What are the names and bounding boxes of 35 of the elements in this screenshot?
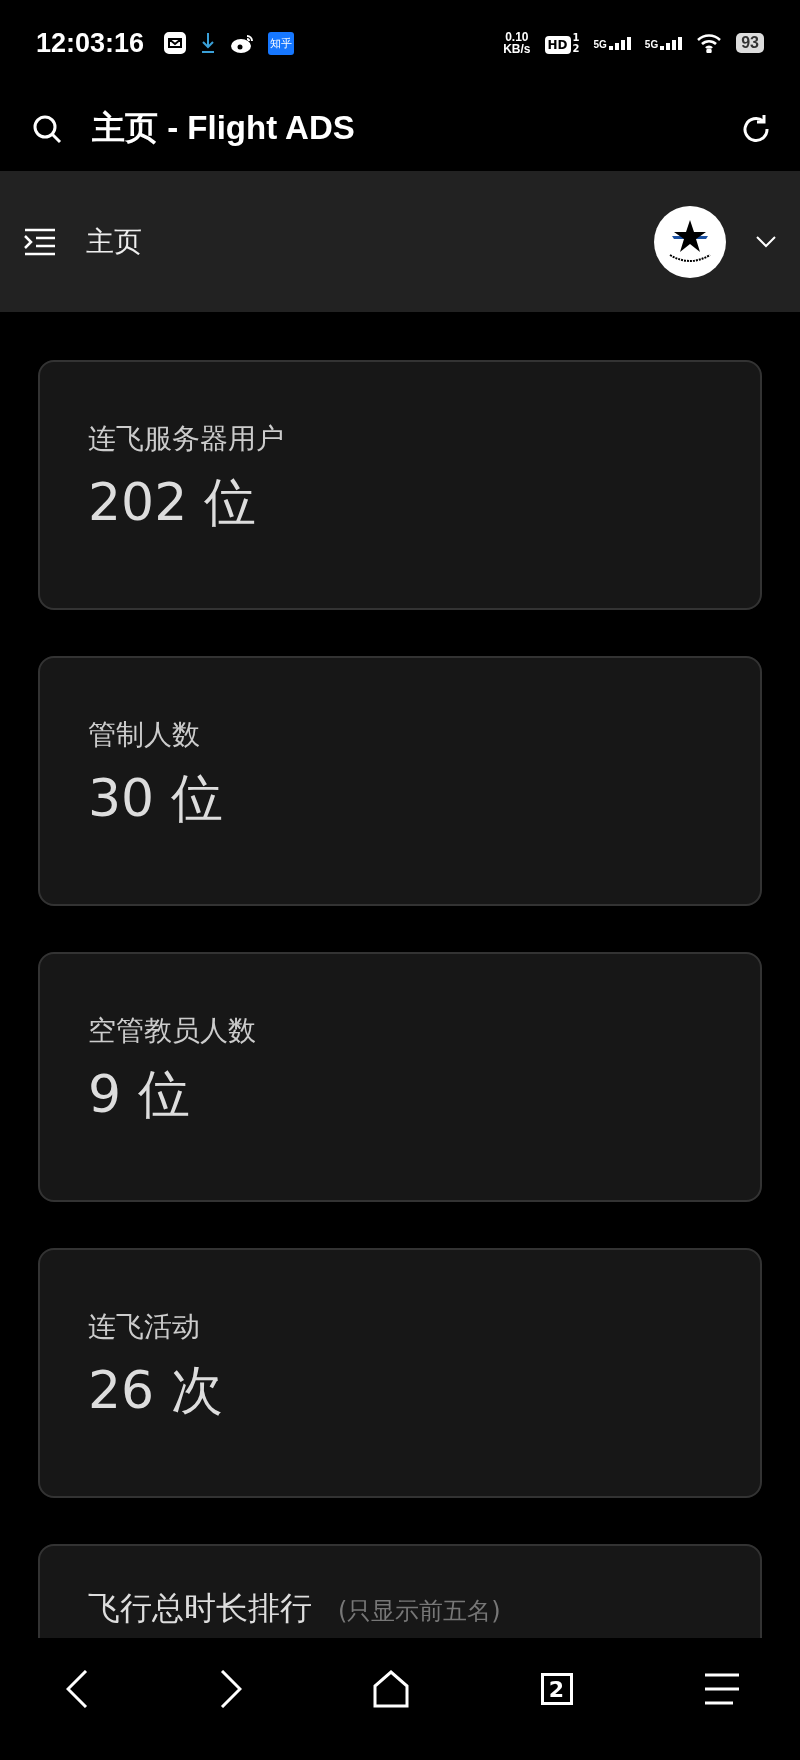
- stat-label: 连飞服务器用户: [88, 421, 285, 457]
- wifi-icon: [696, 33, 723, 53]
- stat-value: 30 位: [88, 767, 224, 830]
- status-time: 12:03:16: [36, 27, 145, 59]
- download-icon: [200, 32, 217, 54]
- network-speed: 0.10 KB/s: [503, 31, 531, 55]
- ranking-title: 飞行总时长排行: [88, 1588, 312, 1629]
- signal-icon: [660, 36, 683, 50]
- mail-icon: [164, 32, 187, 54]
- tabs-button[interactable]: 2: [540, 1673, 573, 1705]
- menu-icon[interactable]: [24, 227, 56, 256]
- header-title: 主页: [86, 223, 143, 260]
- network-type: 5G: [593, 39, 607, 50]
- stat-value: 202 位: [88, 471, 257, 534]
- star-icon: [670, 218, 710, 253]
- menu-icon[interactable]: [704, 1673, 740, 1705]
- stat-label: 管制人数: [88, 717, 201, 753]
- hd-badge: HD: [544, 36, 571, 54]
- stat-label: 连飞活动: [88, 1309, 201, 1345]
- battery-level: 93: [736, 33, 764, 53]
- back-icon[interactable]: [66, 1670, 88, 1708]
- search-icon[interactable]: [32, 113, 62, 144]
- page-title: 主页 - Flight ADS: [92, 108, 356, 148]
- signal-icon: [608, 36, 631, 50]
- ranking-note: (只显示前五名): [338, 1596, 501, 1627]
- network-type: 5G: [644, 39, 659, 50]
- stat-value: 26 次: [88, 1359, 224, 1422]
- stat-label: 空管教员人数: [88, 1013, 257, 1049]
- chevron-down-icon[interactable]: [756, 235, 776, 248]
- logo-arc-icon: [668, 252, 712, 265]
- home-icon[interactable]: [373, 1670, 409, 1708]
- sim-label: 1 2: [572, 32, 580, 54]
- app-badge: 知乎: [268, 31, 295, 55]
- stat-value: 9 位: [88, 1063, 191, 1126]
- forward-icon[interactable]: [219, 1670, 242, 1708]
